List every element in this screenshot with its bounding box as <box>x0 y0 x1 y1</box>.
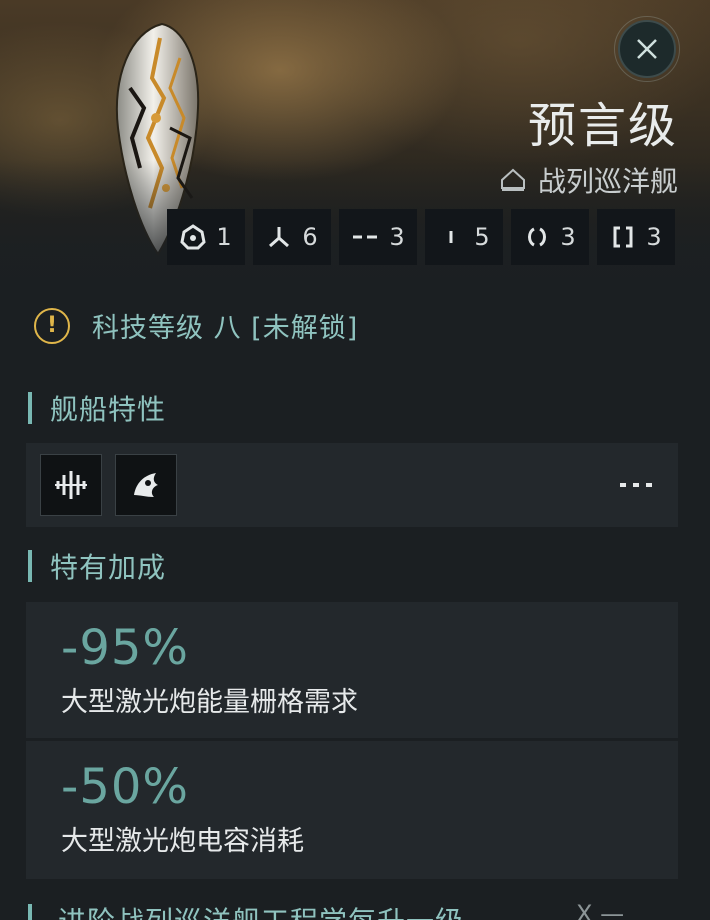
section-marker <box>28 392 32 424</box>
slot-high-count: 6 <box>302 223 318 251</box>
ship-name: 预言级 <box>527 98 678 154</box>
next-section-level: X — <box>576 900 625 920</box>
bonus-value: -50% <box>61 759 190 815</box>
slot-layout: 1 6 3 5 3 3 <box>167 209 675 265</box>
rig-slot-icon <box>528 227 547 247</box>
mid-slot-icon <box>353 235 378 239</box>
slot-drone-bay-count: 1 <box>216 223 232 251</box>
slot-low-count: 5 <box>474 223 490 251</box>
slot-rig: 3 <box>511 209 589 265</box>
section-marker <box>28 904 32 920</box>
next-section-title: 进阶战列巡洋舰工程学每升一级 <box>58 900 464 920</box>
bonus-description: 大型激光炮电容消耗 <box>61 826 304 857</box>
slot-low: 5 <box>425 209 503 265</box>
bonus-card: -95% 大型激光炮能量栅格需求 <box>26 602 678 738</box>
section-bonuses-title: 特有加成 <box>50 551 167 584</box>
section-traits-header: 舰船特性 <box>28 388 166 428</box>
bonus-value: -95% <box>61 620 190 676</box>
low-slot-icon <box>449 231 453 243</box>
more-icon <box>620 483 652 487</box>
slot-mid: 3 <box>339 209 417 265</box>
trait-button-1[interactable] <box>40 454 102 516</box>
battlecruiser-class-icon <box>500 168 525 191</box>
faction-trait-icon <box>134 473 158 497</box>
close-icon <box>637 39 657 59</box>
subsystem-slot-icon <box>613 226 633 248</box>
slot-rig-count: 3 <box>560 223 576 251</box>
slot-subsystem: 3 <box>597 209 675 265</box>
warning-icon: ! <box>34 307 70 344</box>
next-section-header: 进阶战列巡洋舰工程学每升一级 X — <box>28 894 678 920</box>
section-bonuses-header: 特有加成 <box>28 546 166 586</box>
close-button[interactable] <box>614 16 680 82</box>
slot-subsystem-count: 3 <box>646 223 662 251</box>
high-slot-icon <box>269 227 290 248</box>
slot-mid-count: 3 <box>389 223 405 251</box>
ship-class: 战列巡洋舰 <box>498 160 678 200</box>
weapon-trait-icon <box>55 471 87 499</box>
drone-bay-icon <box>180 224 206 250</box>
slot-high: 6 <box>253 209 331 265</box>
slot-drone-bay: 1 <box>167 209 245 265</box>
section-marker <box>28 550 32 582</box>
trait-button-2[interactable] <box>115 454 177 516</box>
section-traits-title: 舰船特性 <box>50 393 167 426</box>
tech-level-row: ! 科技等级 八 [未解锁] <box>34 306 358 345</box>
traits-panel <box>26 443 678 527</box>
more-options-button[interactable] <box>618 473 654 497</box>
bonus-description: 大型激光炮能量栅格需求 <box>61 687 358 718</box>
ship-class-label: 战列巡洋舰 <box>537 165 678 198</box>
bonus-card: -50% 大型激光炮电容消耗 <box>26 741 678 879</box>
tech-level-text: 科技等级 八 [未解锁] <box>92 313 359 344</box>
